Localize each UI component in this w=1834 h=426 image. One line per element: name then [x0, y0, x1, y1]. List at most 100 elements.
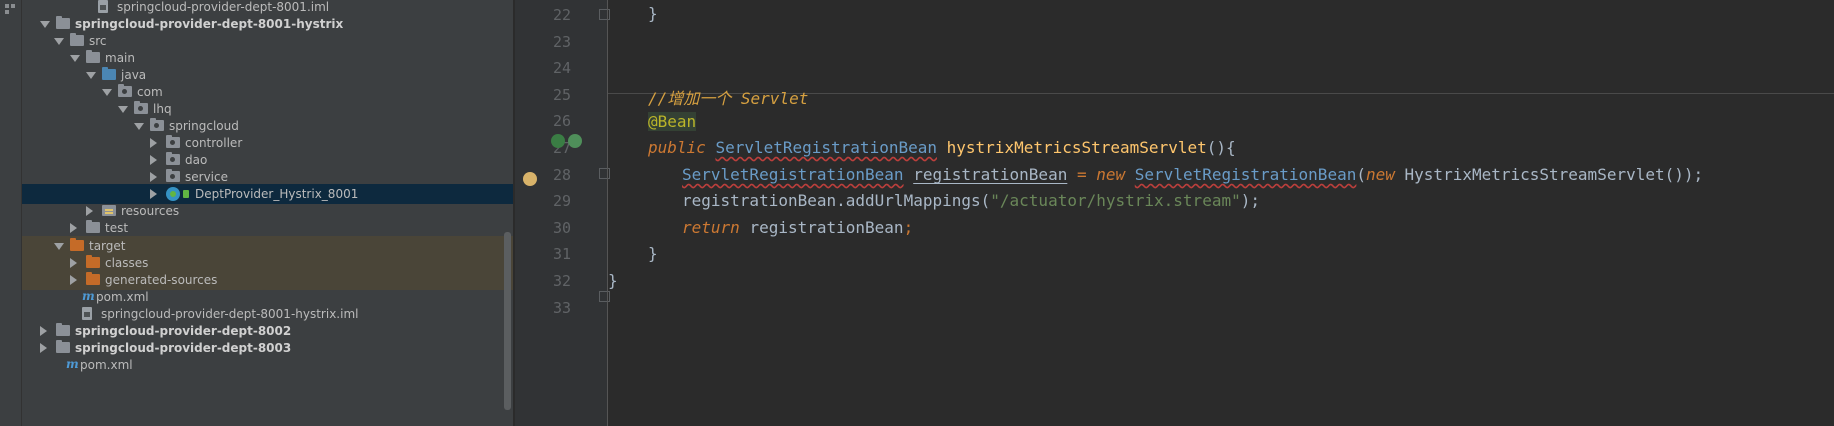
project-tree[interactable]: springcloud-provider-dept-8001.iml spring… [22, 0, 513, 426]
line-number: 32 [552, 272, 571, 290]
debug-mascot-icon[interactable] [523, 172, 537, 186]
chevron-down-icon[interactable] [86, 72, 96, 79]
string-literal: "/actuator/hystrix.stream" [990, 191, 1241, 210]
code-line-28[interactable]: ServletRegistrationBean registrationBean… [608, 165, 1703, 189]
resources-folder-icon [102, 205, 116, 216]
bean-usages-icon[interactable] [568, 134, 582, 148]
tree-item-label: lhq [153, 102, 172, 116]
chevron-right-icon[interactable] [70, 223, 77, 233]
method-name: hystrixMetricsStreamServlet [946, 138, 1207, 157]
annotation: @Bean [648, 112, 697, 131]
brace: } [648, 4, 658, 23]
tree-item-label: resources [121, 204, 180, 218]
tree-item-label: main [105, 51, 135, 65]
package-icon [166, 135, 180, 148]
folder-icon [56, 16, 70, 29]
variable: registrationBean [682, 191, 837, 210]
tree-item[interactable]: test [22, 218, 513, 238]
chevron-down-icon[interactable] [40, 21, 50, 28]
chevron-down-icon[interactable] [70, 55, 80, 62]
package-icon [166, 152, 180, 165]
structure-icon[interactable] [5, 4, 15, 14]
tree-item-label: springcloud-provider-dept-8001-hystrix [75, 17, 344, 31]
line-number: 29 [552, 192, 571, 211]
chevron-down-icon[interactable] [134, 123, 144, 130]
code-line-27[interactable]: public ServletRegistrationBean hystrixMe… [608, 138, 1236, 162]
file-icon [82, 307, 92, 320]
line-number: 31 [552, 245, 571, 264]
code-line-29[interactable]: registrationBean.addUrlMappings("/actuat… [608, 191, 1260, 215]
code-editor[interactable]: } //增加一个 Servlet @Bean public ServletReg… [608, 0, 1834, 426]
punctuation: (){ [1206, 138, 1236, 157]
tree-item-label: springcloud-provider-dept-8002 [75, 324, 292, 338]
code-line-32[interactable]: } [608, 271, 618, 295]
package-icon [166, 169, 180, 182]
line-number: 23 [552, 32, 571, 51]
line-number: 25 [552, 85, 571, 104]
run-config-badge-icon [183, 190, 189, 198]
package-icon [118, 84, 132, 97]
code-line-30[interactable]: return registrationBean; [608, 218, 913, 242]
comment: //增加一个 Servlet [648, 89, 809, 108]
tool-window-strip [0, 0, 22, 426]
tree-item-label: generated-sources [105, 273, 218, 287]
chevron-right-icon[interactable] [150, 189, 157, 199]
tree-item-label: com [137, 85, 163, 99]
tree-item-label: springcloud-provider-dept-8003 [75, 341, 292, 355]
punctuation: . [836, 191, 846, 210]
chevron-right-icon[interactable] [70, 258, 77, 268]
tree-item-label: pom.xml [80, 358, 133, 372]
chevron-right-icon[interactable] [70, 275, 77, 285]
chevron-down-icon[interactable] [102, 89, 112, 96]
punctuation: ()); [1664, 165, 1704, 184]
tree-item-label: java [121, 68, 147, 82]
variable: registrationBean [913, 165, 1068, 184]
code-line-25[interactable]: //增加一个 Servlet [608, 85, 808, 109]
excluded-folder-icon [86, 272, 100, 285]
tree-item-label: dao [185, 153, 208, 167]
chevron-down-icon[interactable] [54, 243, 64, 250]
brace: } [648, 244, 658, 263]
line-number: 24 [552, 59, 571, 78]
line-number: 26 [552, 112, 571, 131]
code-line-31[interactable]: } [608, 244, 658, 268]
tree-item[interactable]: m pom.xml [22, 355, 513, 375]
excluded-folder-icon [70, 238, 84, 251]
tree-scrollbar[interactable] [504, 232, 511, 410]
punctuation: ( [980, 191, 991, 210]
punctuation: ); [1240, 191, 1260, 210]
chevron-down-icon[interactable] [118, 106, 128, 113]
source-folder-icon [102, 67, 116, 80]
method-call: addUrlMappings [845, 191, 981, 210]
chevron-down-icon[interactable] [54, 38, 64, 45]
chevron-right-icon[interactable] [150, 138, 157, 148]
brace: } [608, 271, 618, 290]
excluded-folder-icon [86, 255, 100, 268]
code-line-26[interactable]: @Bean [608, 112, 697, 136]
tree-item-label: springcloud [169, 119, 239, 133]
keyword: new [1365, 165, 1395, 184]
tree-item-label: springcloud-provider-dept-8001.iml [117, 0, 330, 14]
folder-icon [56, 340, 70, 353]
chevron-right-icon[interactable] [40, 326, 47, 336]
line-number: 33 [552, 298, 571, 317]
keyword: public [648, 138, 706, 157]
tree-item-label: src [89, 34, 107, 48]
class-ref: HystrixMetricsStreamServlet [1404, 165, 1665, 184]
punctuation: ; [903, 218, 914, 237]
bean-navigation-icon[interactable] [551, 134, 565, 148]
chevron-right-icon[interactable] [86, 206, 93, 216]
tree-item-label: controller [185, 136, 243, 150]
folder-icon [70, 33, 84, 46]
line-number: 30 [552, 218, 571, 237]
folder-icon [86, 50, 100, 63]
chevron-right-icon[interactable] [150, 172, 157, 182]
tree-item-label: DeptProvider_Hystrix_8001 [195, 187, 359, 201]
chevron-right-icon[interactable] [150, 155, 157, 165]
tree-item-label: classes [105, 256, 149, 270]
chevron-right-icon[interactable] [40, 343, 47, 353]
keyword: new [1096, 165, 1126, 184]
keyword: return [682, 218, 740, 237]
class-ref: ServletRegistrationBean [682, 165, 904, 184]
code-line-22[interactable]: } [608, 4, 658, 28]
